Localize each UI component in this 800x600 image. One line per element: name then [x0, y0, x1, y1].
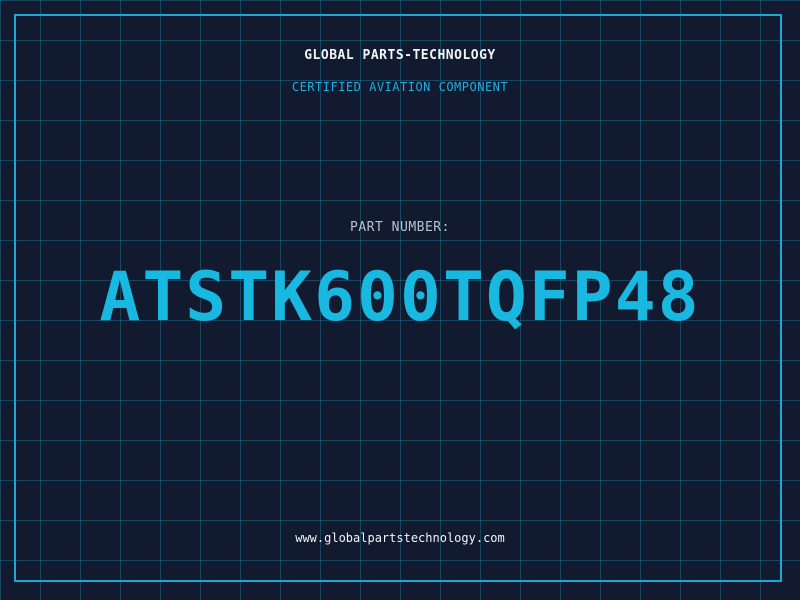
part-label-card: GLOBAL PARTS-TECHNOLOGY CERTIFIED AVIATI… [0, 0, 800, 600]
website-url: www.globalpartstechnology.com [295, 531, 505, 545]
company-name: GLOBAL PARTS-TECHNOLOGY [304, 48, 496, 63]
part-number-value: ATSTK600TQFP48 [99, 258, 701, 337]
certification-subtitle: CERTIFIED AVIATION COMPONENT [291, 80, 509, 94]
part-number-label: PART NUMBER: [350, 220, 450, 235]
